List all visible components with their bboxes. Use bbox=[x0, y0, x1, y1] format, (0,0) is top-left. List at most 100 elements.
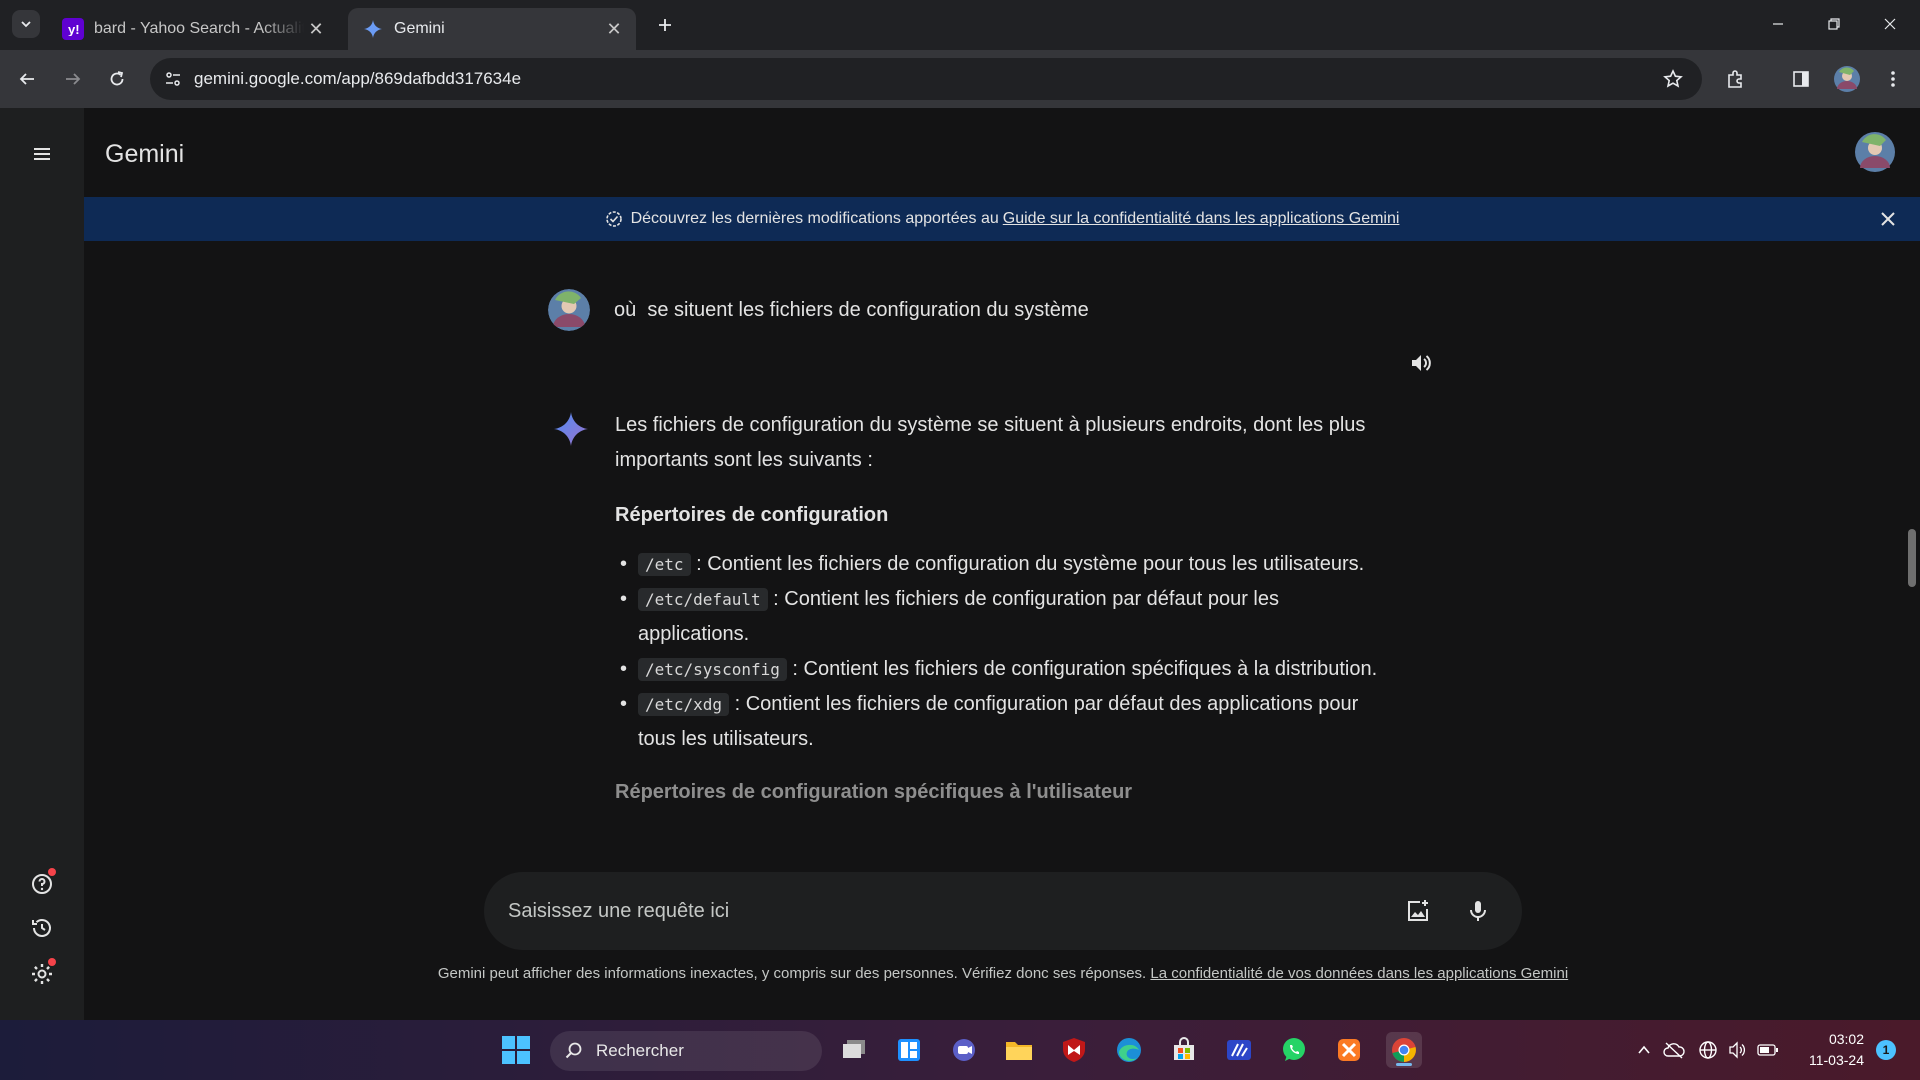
windows-logo-icon bbox=[502, 1036, 530, 1064]
back-button[interactable] bbox=[10, 62, 44, 96]
side-rail bbox=[0, 108, 84, 1020]
cloud-offline-icon bbox=[1663, 1042, 1685, 1059]
tab-search-button[interactable] bbox=[12, 10, 40, 38]
start-button[interactable] bbox=[500, 1034, 532, 1066]
notification-badge[interactable]: 1 bbox=[1876, 1040, 1896, 1060]
edge-button[interactable] bbox=[1111, 1032, 1147, 1068]
store-button[interactable] bbox=[1166, 1032, 1202, 1068]
task-view-icon bbox=[843, 1040, 865, 1058]
account-avatar[interactable] bbox=[1855, 132, 1895, 172]
minimize-icon bbox=[1773, 23, 1783, 25]
add-image-icon bbox=[1408, 900, 1428, 921]
puzzle-icon bbox=[1728, 70, 1742, 88]
side-panel-button[interactable] bbox=[1784, 62, 1818, 96]
close-icon bbox=[1881, 212, 1895, 226]
volume-tray-button[interactable] bbox=[1726, 1038, 1750, 1062]
disclaimer-text: Gemini peut afficher des informations in… bbox=[437, 965, 1147, 982]
show-hidden-icons-button[interactable] bbox=[1632, 1038, 1656, 1062]
taskbar-search[interactable]: Rechercher bbox=[550, 1031, 822, 1071]
help-button[interactable] bbox=[22, 864, 62, 904]
arrow-left-icon bbox=[19, 73, 34, 85]
mcafee-button[interactable] bbox=[1056, 1032, 1092, 1068]
settings-button[interactable] bbox=[22, 954, 62, 994]
list-item-text: : Contient les fichiers de configuration… bbox=[638, 693, 1359, 750]
battery-tray-button[interactable] bbox=[1756, 1038, 1780, 1062]
list-item: /etc/xdg : Contient les fichiers de conf… bbox=[615, 687, 1395, 757]
star-icon bbox=[1663, 69, 1683, 88]
battery-icon bbox=[1757, 1044, 1778, 1056]
chat-icon bbox=[953, 1039, 975, 1061]
arrow-right-icon bbox=[66, 73, 81, 85]
browser-menu-button[interactable] bbox=[1876, 62, 1910, 96]
site-info-icon[interactable] bbox=[164, 70, 182, 88]
upload-image-button[interactable] bbox=[1398, 891, 1438, 931]
store-icon bbox=[1174, 1037, 1194, 1060]
close-tab-icon[interactable]: ✕ bbox=[304, 17, 328, 41]
svg-text:y!: y! bbox=[68, 22, 80, 36]
new-tab-button[interactable] bbox=[652, 12, 678, 38]
system-clock[interactable]: 03:02 11-03-24 bbox=[1800, 1029, 1864, 1071]
reload-icon bbox=[110, 71, 124, 86]
address-bar[interactable]: gemini.google.com/app/869dafbdd317634e bbox=[150, 58, 1702, 100]
scrollbar-thumb[interactable] bbox=[1908, 529, 1916, 587]
whatsapp-button[interactable] bbox=[1276, 1032, 1312, 1068]
list-item: /etc/default : Contient les fichiers de … bbox=[615, 582, 1395, 652]
restore-button[interactable] bbox=[1806, 0, 1862, 48]
taskbar: Rechercher 03:02 11-03-24 1 bbox=[0, 1020, 1920, 1080]
extensions-button[interactable] bbox=[1718, 62, 1752, 96]
close-window-button[interactable] bbox=[1862, 0, 1918, 48]
sketch-app-button[interactable] bbox=[1221, 1032, 1257, 1068]
profile-button[interactable] bbox=[1830, 62, 1864, 96]
list-item-text: : Contient les fichiers de configuration… bbox=[786, 658, 1378, 680]
microphone-button[interactable] bbox=[1458, 891, 1498, 931]
reload-button[interactable] bbox=[100, 62, 134, 96]
browser-toolbar: gemini.google.com/app/869dafbdd317634e bbox=[0, 50, 1920, 108]
section-heading: Répertoires de configuration bbox=[615, 504, 889, 526]
network-tray-button[interactable] bbox=[1696, 1038, 1720, 1062]
more-vertical-icon bbox=[1891, 71, 1895, 87]
prompt-input-bar bbox=[484, 872, 1522, 950]
teams-button[interactable] bbox=[946, 1032, 982, 1068]
privacy-link[interactable]: La confidentialité de vos données dans l… bbox=[1150, 965, 1568, 982]
speaker-icon bbox=[1412, 355, 1431, 371]
prompt-input[interactable] bbox=[508, 899, 1368, 923]
gemini-spark-icon bbox=[362, 18, 384, 40]
tab-gemini[interactable]: Gemini ✕ bbox=[348, 8, 636, 50]
close-tab-icon[interactable]: ✕ bbox=[602, 17, 626, 41]
hamburger-menu-icon bbox=[34, 148, 50, 160]
code-path: /etc bbox=[638, 553, 691, 576]
avatar bbox=[548, 289, 590, 331]
url-text: gemini.google.com/app/869dafbdd317634e bbox=[194, 69, 522, 88]
tab-yahoo[interactable]: y! bard - Yahoo Search - Actualités ✕ bbox=[48, 8, 338, 50]
privacy-banner: Découvrez les dernières modifications ap… bbox=[84, 197, 1920, 241]
activity-button[interactable] bbox=[22, 908, 62, 948]
globe-icon bbox=[1699, 1041, 1717, 1059]
listen-button[interactable] bbox=[1404, 346, 1438, 380]
widgets-button[interactable] bbox=[891, 1032, 927, 1068]
yahoo-icon: y! bbox=[62, 18, 84, 40]
minimize-button[interactable] bbox=[1750, 0, 1806, 48]
active-app-indicator bbox=[1396, 1063, 1412, 1066]
prompt-text: où se situent les fichiers de configurat… bbox=[614, 298, 1089, 321]
xampp-button[interactable] bbox=[1331, 1032, 1367, 1068]
privacy-guide-link[interactable]: Guide sur la confidentialité dans les ap… bbox=[1003, 210, 1400, 228]
bookmark-star-button[interactable] bbox=[1656, 62, 1690, 96]
file-explorer-button[interactable] bbox=[1001, 1032, 1037, 1068]
microphone-icon bbox=[1470, 901, 1486, 921]
close-banner-button[interactable] bbox=[1874, 205, 1902, 233]
tab-title: bard - Yahoo Search - Actualités bbox=[94, 20, 304, 37]
main-menu-button[interactable] bbox=[22, 134, 62, 174]
xampp-icon bbox=[1338, 1039, 1360, 1061]
disclaimer: Gemini peut afficher des informations in… bbox=[430, 964, 1576, 984]
forward-button[interactable] bbox=[56, 62, 90, 96]
onedrive-tray-button[interactable] bbox=[1662, 1038, 1686, 1062]
section-heading: Répertoires de configuration spécifiques… bbox=[615, 781, 1133, 803]
shield-icon bbox=[1063, 1038, 1085, 1062]
code-path: /etc/default bbox=[638, 588, 768, 611]
list-item-text: : Contient les fichiers de configuration… bbox=[690, 553, 1365, 575]
chrome-button[interactable] bbox=[1386, 1032, 1422, 1068]
edge-icon bbox=[1117, 1038, 1141, 1062]
task-view-button[interactable] bbox=[836, 1032, 872, 1068]
pen-app-icon bbox=[1227, 1040, 1251, 1060]
notification-dot bbox=[48, 958, 56, 966]
